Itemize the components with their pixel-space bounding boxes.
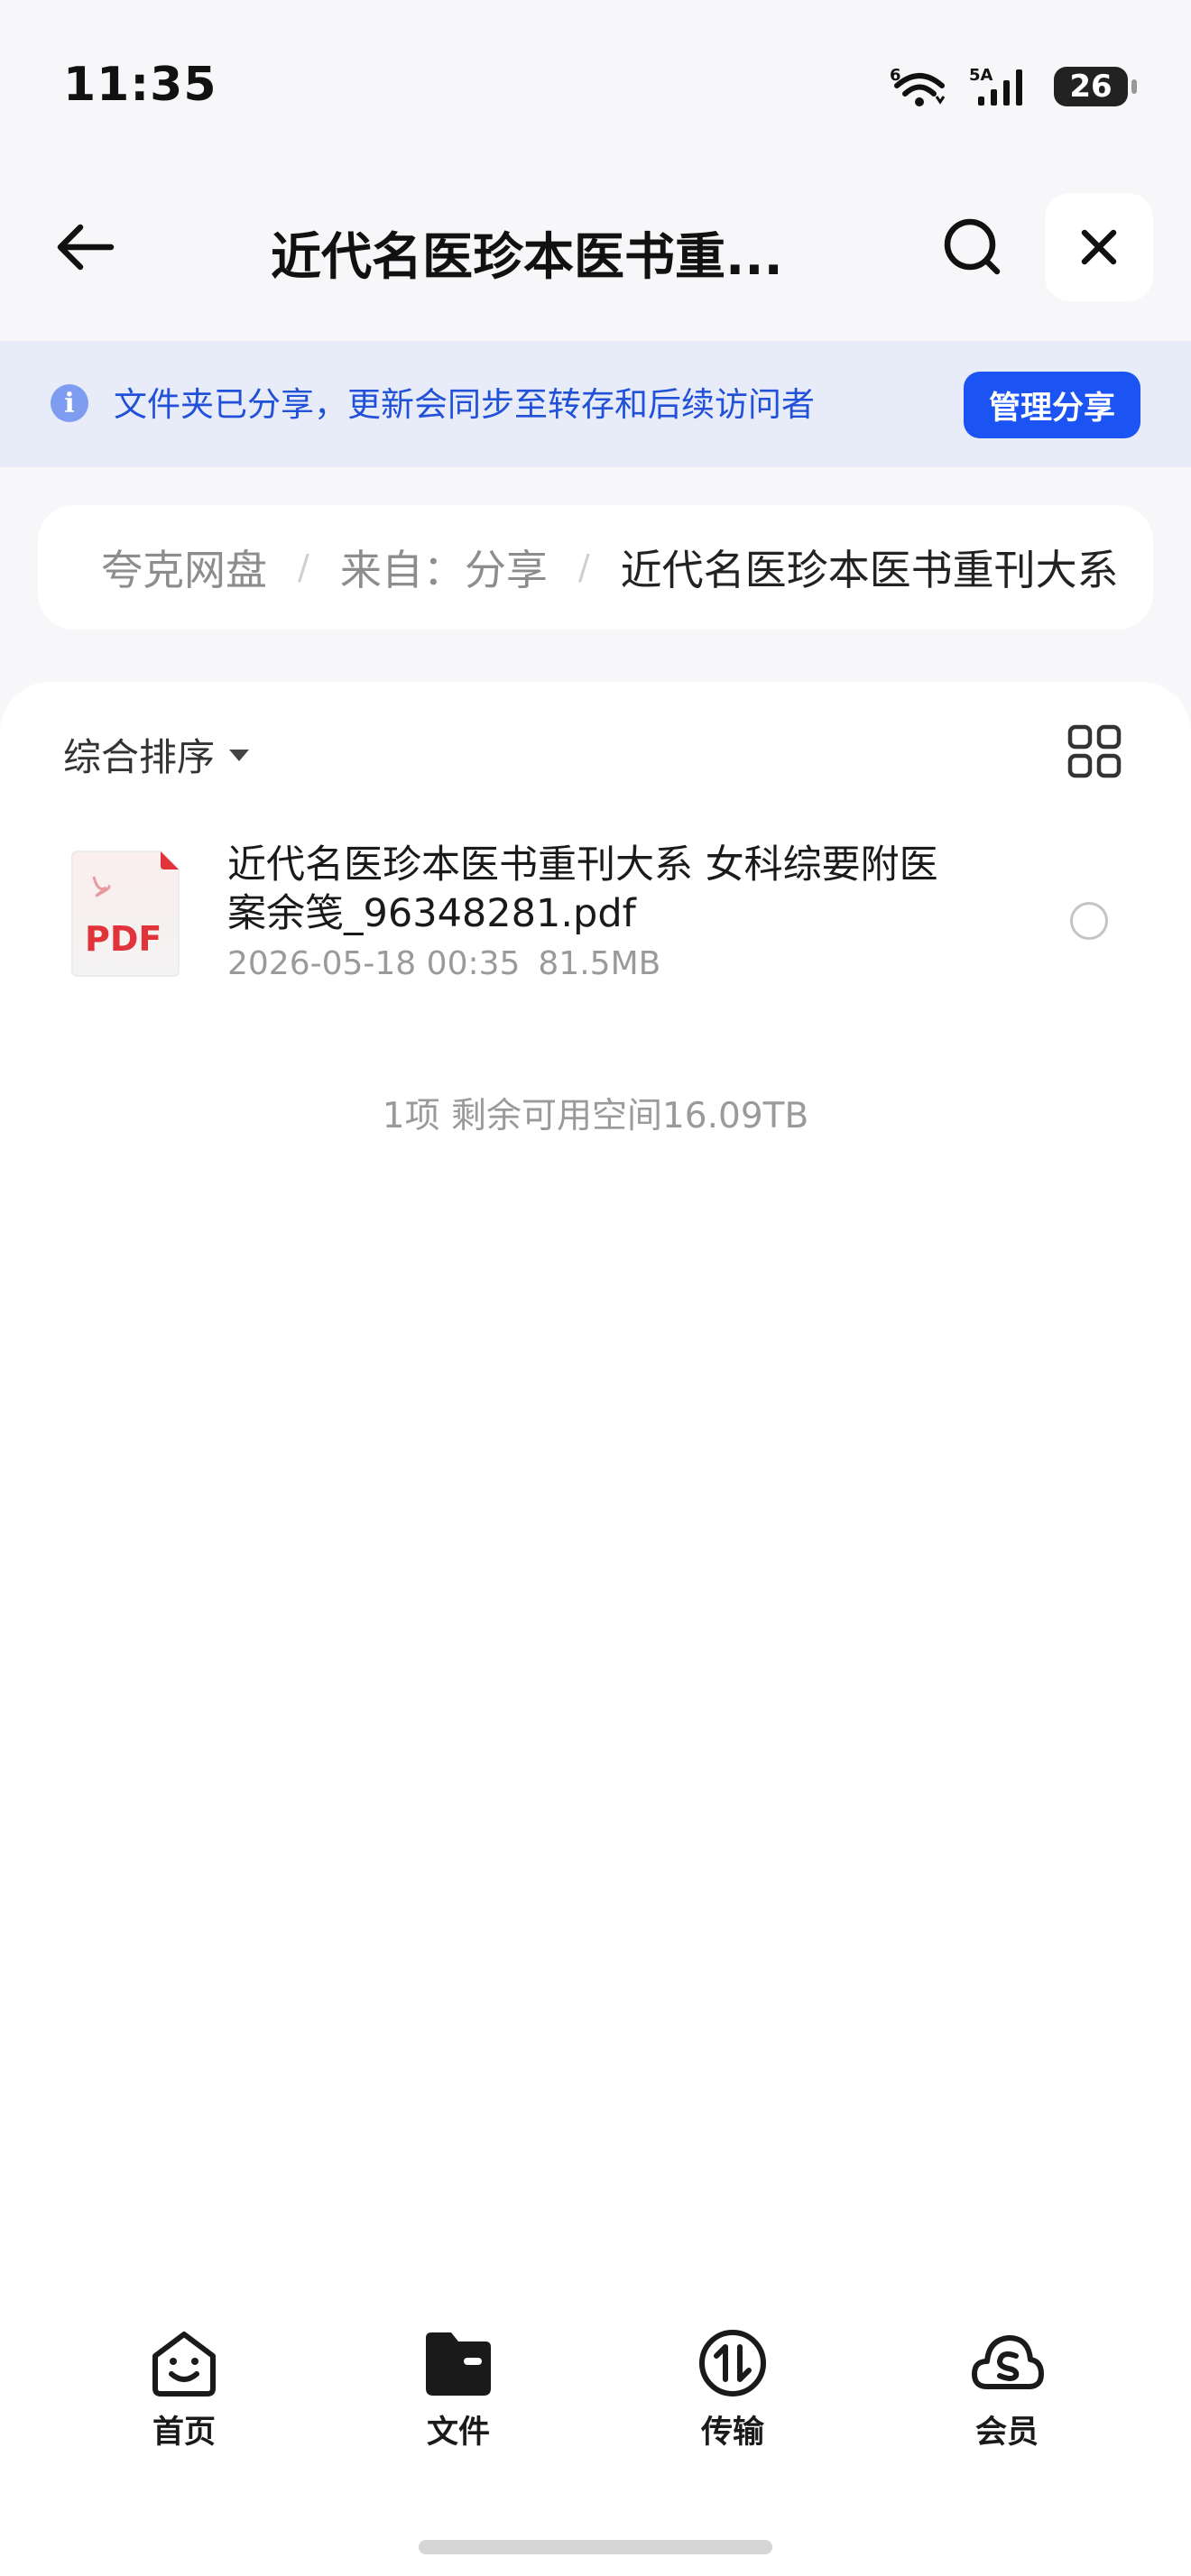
folder-icon: [426, 2332, 491, 2396]
breadcrumb-item-root[interactable]: 夸克网盘: [101, 538, 267, 597]
caret-down-icon: [229, 749, 250, 761]
app-screen: 11:35 6 5A 26 近代名医珍本医书重... i 文件夹已分享，更新会同…: [0, 0, 1191, 2576]
status-bar: 11:35 6 5A 26: [0, 0, 1191, 171]
file-list-item[interactable]: PDF 近代名医珍本医书重刊大系 女科综要附医案余笺_96348281.pdf …: [0, 841, 1191, 1003]
close-button[interactable]: [1045, 193, 1153, 301]
battery-indicator: 26: [1054, 67, 1137, 106]
breadcrumb-item-shared[interactable]: 来自：分享: [340, 538, 548, 597]
breadcrumb-separator: /: [577, 547, 590, 587]
sort-label: 综合排序: [63, 735, 216, 779]
file-name: 近代名医珍本医书重刊大系 女科综要附医案余笺_96348281.pdf: [227, 842, 938, 936]
page-title: 近代名医珍本医书重...: [271, 228, 783, 287]
nav-label-member: 会员: [974, 2415, 1039, 2451]
breadcrumb-item-current: 近代名医珍本医书重刊大系: [620, 546, 1119, 594]
bottom-nav: 首页 文件 传输 会员: [0, 2318, 1191, 2480]
grid-view-icon: [1067, 724, 1122, 778]
arrow-left-icon: [57, 224, 115, 271]
share-banner-text: 文件夹已分享，更新会同步至转存和后续访问者: [114, 385, 815, 424]
status-time: 11:35: [63, 58, 217, 112]
close-icon: [1081, 229, 1117, 265]
storage-summary: 1项 剩余可用空间16.09TB: [382, 1096, 809, 1136]
signal-label: 5A: [969, 66, 993, 85]
manage-share-button[interactable]: 管理分享: [964, 372, 1140, 438]
grid-view-toggle[interactable]: [1066, 723, 1122, 779]
nav-label-files: 文件: [426, 2415, 490, 2451]
file-list-panel: 综合排序 PDF 近代名医珍本医书重刊大系 女科综要附医案余笺_96348281…: [0, 682, 1191, 2576]
file-size: 81.5MB: [538, 945, 661, 982]
home-face-icon: [152, 2332, 216, 2397]
nav-label-transfer: 传输: [700, 2415, 764, 2451]
nav-item-member[interactable]: 会员: [935, 2325, 1079, 2470]
pdf-icon-label: PDF: [85, 919, 162, 959]
nav-item-files[interactable]: 文件: [386, 2325, 531, 2470]
cellular-signal-icon: 5A: [969, 66, 1022, 106]
header: 近代名医珍本医书重...: [0, 171, 1191, 334]
search-button[interactable]: [935, 209, 1011, 285]
sort-dropdown[interactable]: 综合排序: [63, 727, 251, 782]
search-icon: [944, 218, 1001, 275]
nav-item-transfer[interactable]: 传输: [660, 2325, 805, 2470]
file-date: 2026-05-18 00:35: [227, 945, 521, 982]
breadcrumb: 夸克网盘 / 来自：分享 / 近代名医珍本医书重刊大系: [38, 505, 1153, 630]
status-icons: 6 5A 26: [890, 61, 1137, 112]
home-indicator[interactable]: [419, 2540, 772, 2554]
share-banner: i 文件夹已分享，更新会同步至转存和后续访问者 管理分享: [0, 341, 1191, 467]
back-button[interactable]: [47, 209, 123, 285]
pdf-file-icon: PDF: [71, 851, 180, 977]
nav-label-home: 首页: [152, 2415, 216, 2451]
file-meta: 2026-05-18 00:35 81.5MB: [227, 945, 660, 982]
wifi-icon: 6: [890, 66, 946, 106]
transfer-icon: [699, 2330, 766, 2397]
nav-item-home[interactable]: 首页: [112, 2325, 256, 2470]
cloud-vip-icon: [972, 2335, 1044, 2389]
info-icon: i: [51, 384, 88, 422]
breadcrumb-separator: /: [298, 547, 309, 587]
file-select-checkbox[interactable]: [1070, 902, 1108, 940]
